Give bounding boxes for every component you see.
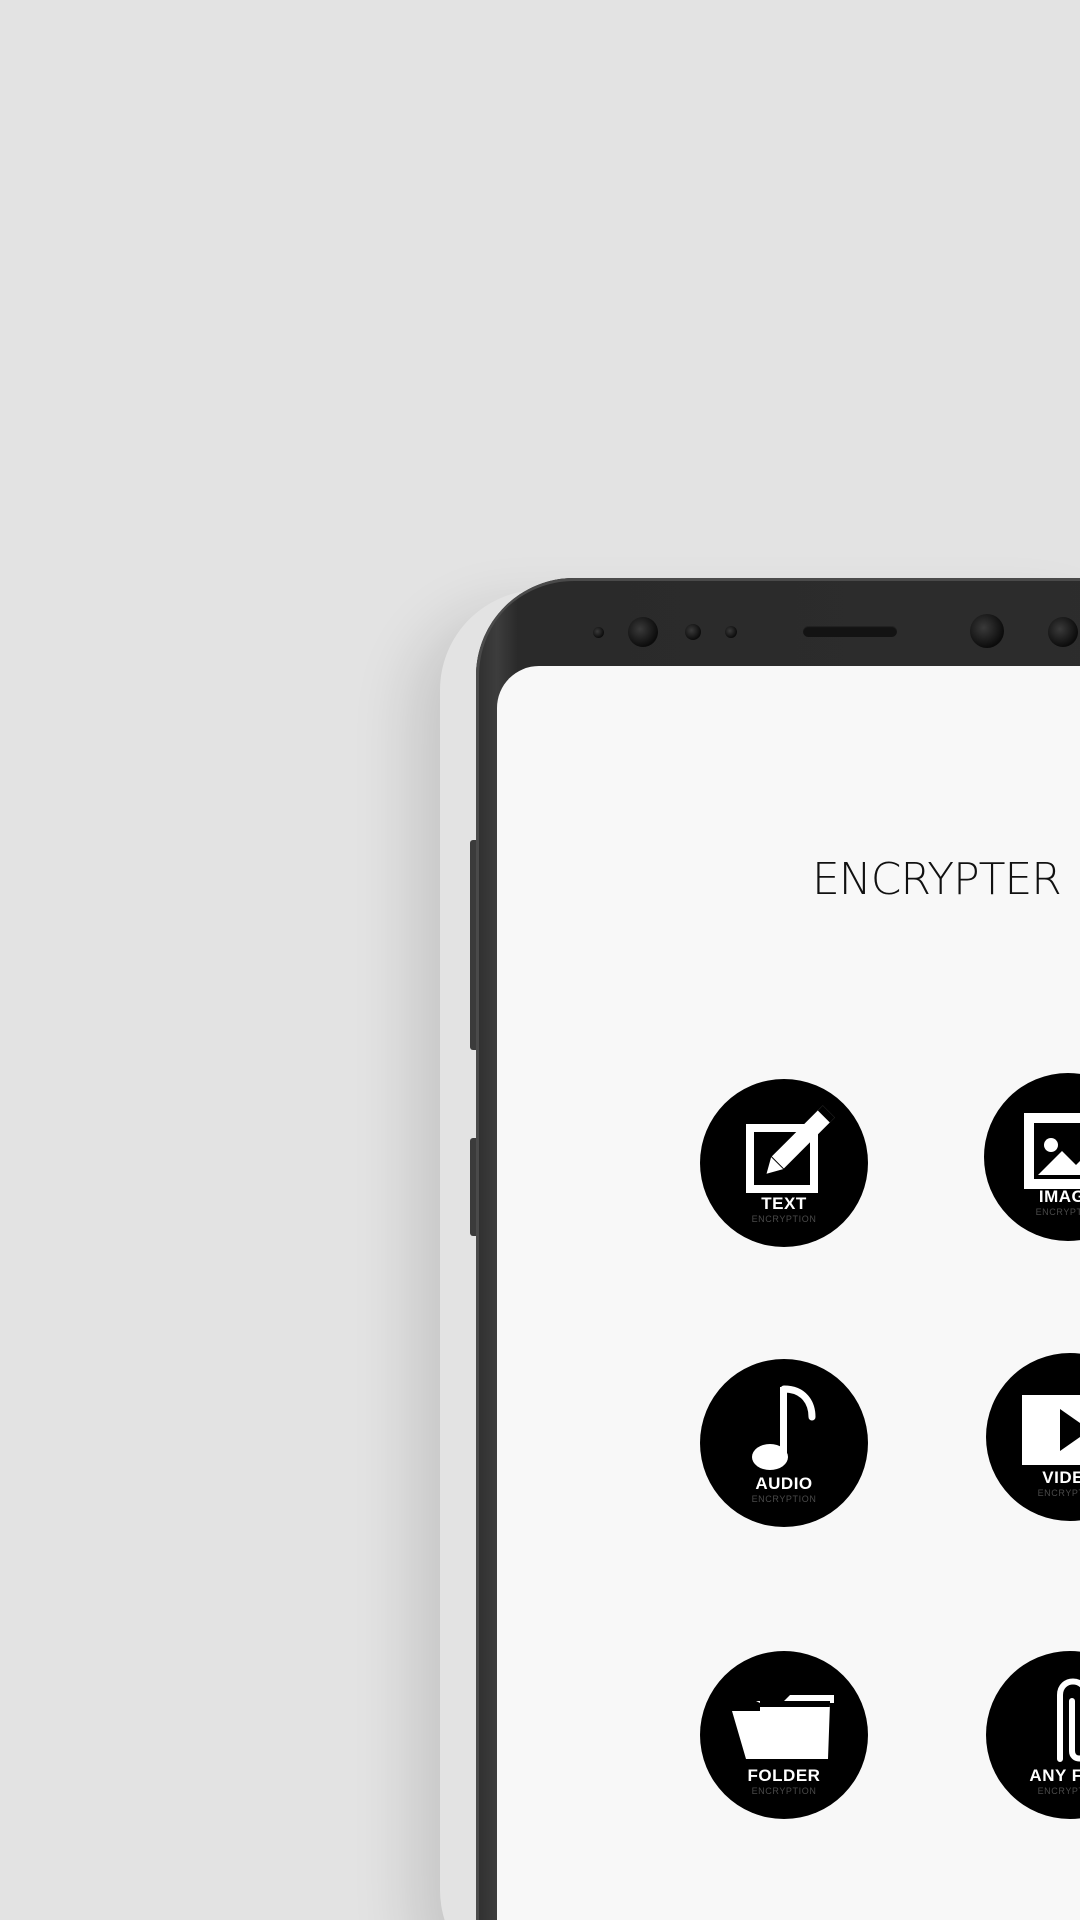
promo-stage: ENCRYPTER TEXT ENCRYPTION IMAGE ENCRYPTI…: [0, 0, 1080, 1920]
tile-label: ANY FILE: [1029, 1766, 1080, 1785]
tile-sublabel: ENCRYPTION: [1035, 1207, 1080, 1217]
tile-sublabel: ENCRYPTION: [751, 1494, 817, 1504]
light-sensor: [725, 626, 737, 638]
tile-sublabel: ENCRYPTION: [751, 1214, 817, 1224]
any-file-encryption-button[interactable]: ANY FILE ENCRYPTION: [986, 1651, 1080, 1819]
folder-encryption-button[interactable]: FOLDER ENCRYPTION: [700, 1651, 868, 1819]
image-encryption-button[interactable]: IMAGE ENCRYPTION: [984, 1073, 1080, 1241]
tile-label: TEXT: [761, 1194, 807, 1213]
front-camera-icon: [628, 617, 658, 647]
earpiece-speaker: [803, 626, 897, 637]
audio-encryption-button[interactable]: AUDIO ENCRYPTION: [700, 1359, 868, 1527]
proximity-sensor: [593, 627, 604, 638]
tile-label: FOLDER: [747, 1766, 821, 1785]
app-title: ENCRYPTER: [812, 854, 1062, 905]
tile-sublabel: ENCRYPTION: [1037, 1488, 1080, 1498]
iris-led: [1048, 617, 1078, 647]
tile-label: AUDIO: [755, 1474, 813, 1493]
text-encryption-button[interactable]: TEXT ENCRYPTION: [700, 1079, 868, 1247]
iris-sensor: [685, 624, 701, 640]
tile-label: VIDEO: [1042, 1468, 1080, 1487]
tile-sublabel: ENCRYPTION: [751, 1786, 817, 1796]
tile-sublabel: ENCRYPTION: [1037, 1786, 1080, 1796]
iris-camera: [970, 614, 1004, 648]
video-encryption-button[interactable]: VIDEO ENCRYPTION: [986, 1353, 1080, 1521]
tile-label: IMAGE: [1038, 1187, 1080, 1206]
